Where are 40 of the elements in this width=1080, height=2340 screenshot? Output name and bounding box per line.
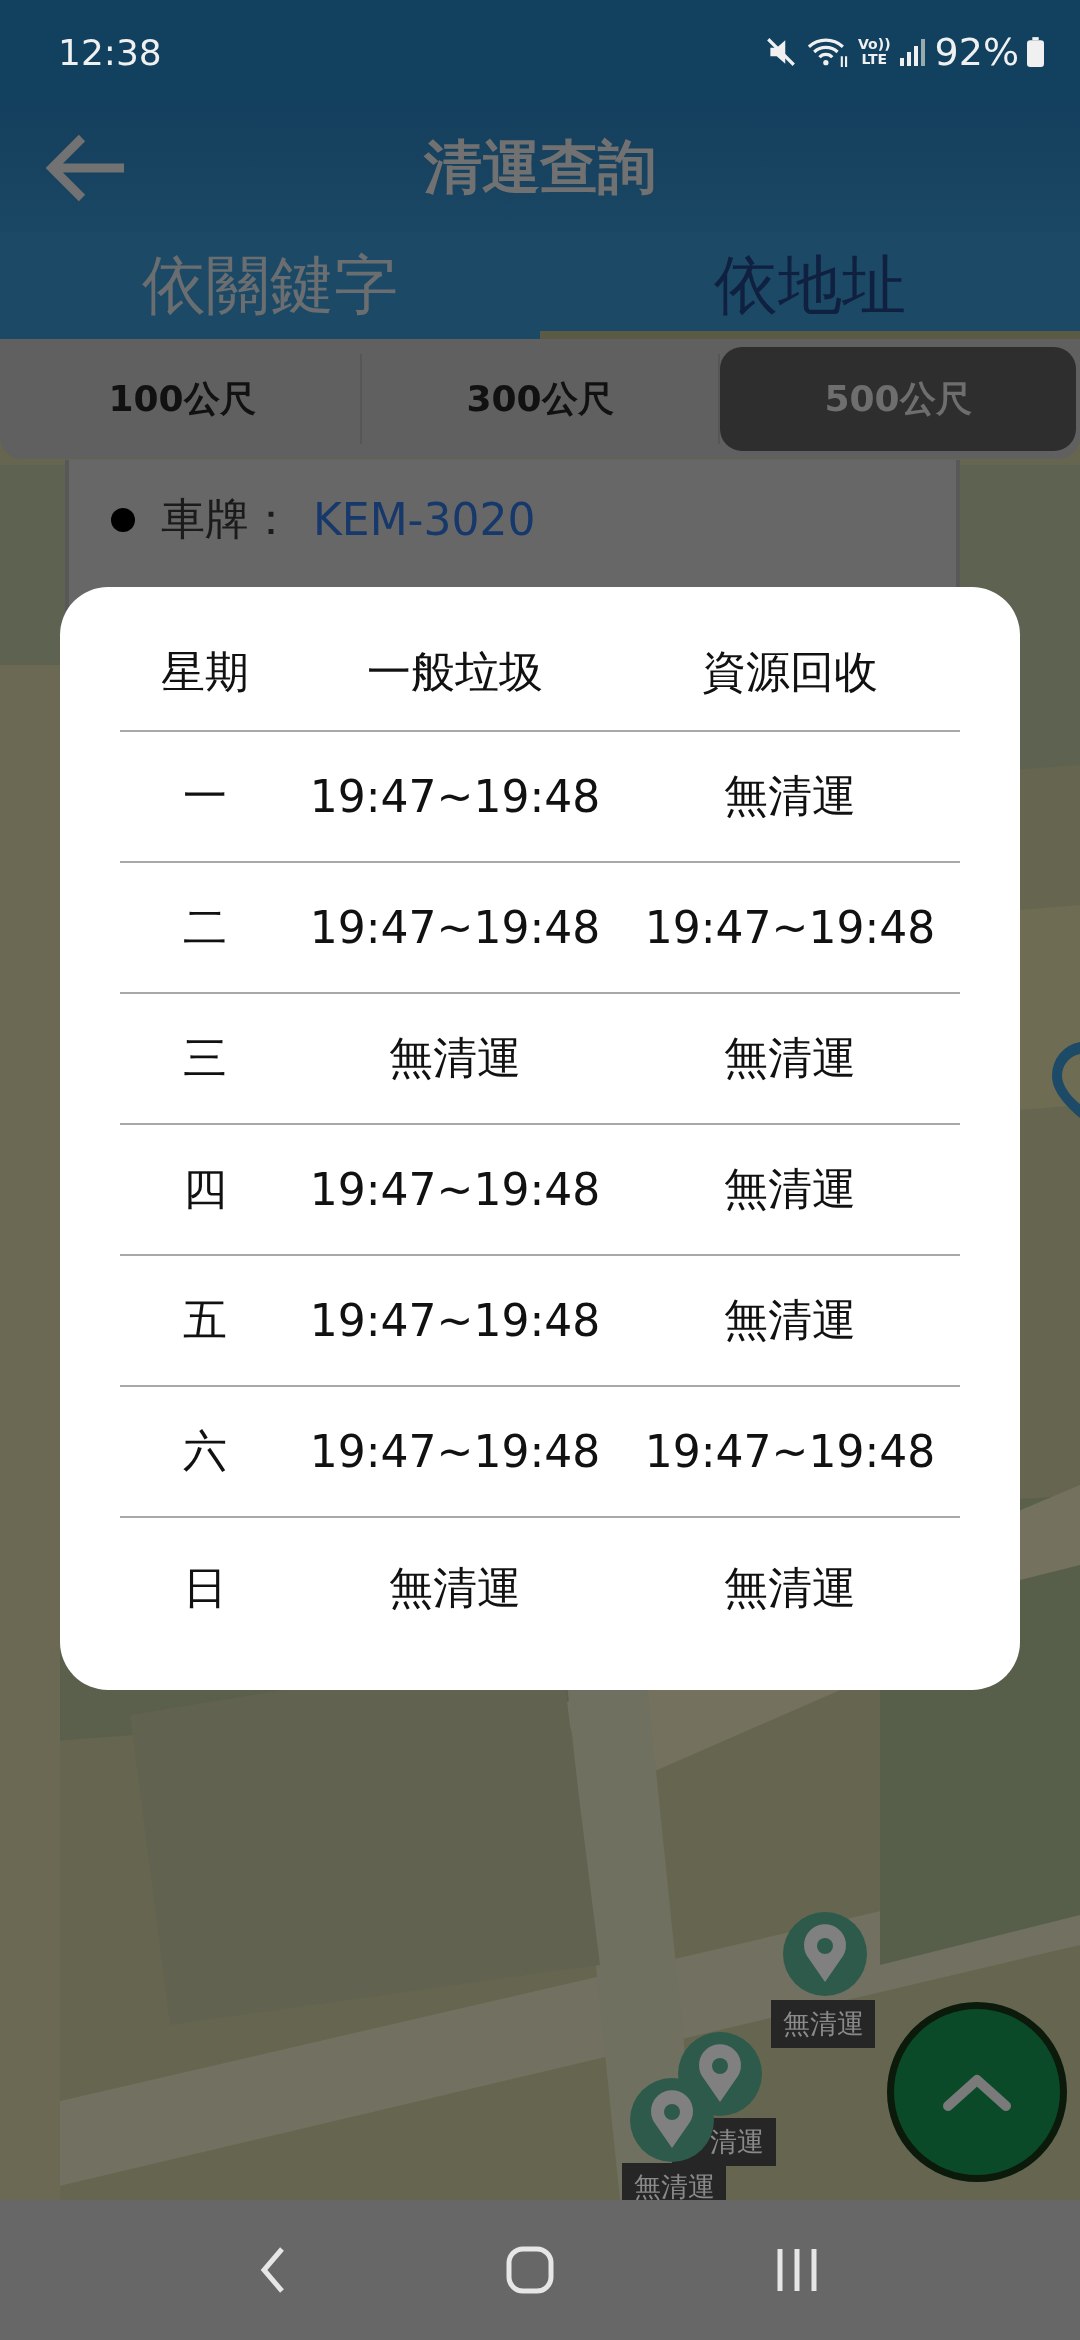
table-cell-text: 19:47~19:48 xyxy=(308,1426,602,1477)
bullet-icon xyxy=(111,507,135,532)
column-header: 一般垃圾 xyxy=(366,645,544,699)
volte-indicator: Vo)) LTE xyxy=(858,37,891,67)
table-cell-text: 無清運 xyxy=(723,1560,857,1615)
screen-title: 清運查詢 xyxy=(423,132,657,203)
table-cell-text: 19:47~19:48 xyxy=(308,1295,602,1346)
table-cell-text: 無清運 xyxy=(388,1560,522,1615)
table-cell-text: 無清運 xyxy=(723,1031,857,1085)
table-cell-text: 三 xyxy=(182,1031,228,1085)
tab[interactable]: 依關鍵字 xyxy=(0,232,540,339)
status-time: 12:38 xyxy=(58,31,162,73)
table-cell-text: 一 xyxy=(182,769,228,823)
chevron-up-icon xyxy=(942,2072,1012,2112)
table-cell-text: 19:47~19:48 xyxy=(308,1164,602,1215)
table-cell-text: 無清運 xyxy=(723,769,857,823)
table-cell-text: 無清運 xyxy=(723,1293,857,1347)
distance-option[interactable]: 100公尺 xyxy=(4,347,360,451)
marker-label: 無清運 xyxy=(771,2000,875,2048)
table-cell-text: 二 xyxy=(182,900,228,954)
table-cell-text: 五 xyxy=(182,1293,228,1347)
table-cell-text: 四 xyxy=(182,1162,228,1216)
table-cell-text: 六 xyxy=(182,1424,228,1478)
plate-label: 車牌： xyxy=(161,492,293,546)
signal-icon xyxy=(898,37,927,67)
table-cell-text: 無清運 xyxy=(388,1031,522,1085)
distance-option[interactable]: 500公尺 xyxy=(720,347,1076,451)
table-cell-text: 日 xyxy=(182,1560,228,1615)
column-header: 資源回收 xyxy=(701,645,879,699)
table-cell-text: 19:47~19:48 xyxy=(643,902,937,953)
home-nav-icon[interactable] xyxy=(505,2245,555,2295)
table-cell-text: 19:47~19:48 xyxy=(643,1426,937,1477)
column-header: 星期 xyxy=(160,645,250,699)
table-cell-text: 無清運 xyxy=(723,1162,857,1216)
plate-number: KEM-3020 xyxy=(313,494,536,545)
battery-percent: 92% xyxy=(934,30,1019,74)
table-cell-text: 19:47~19:48 xyxy=(308,902,602,953)
distance-option[interactable]: 300公尺 xyxy=(362,347,718,451)
table-cell-text: 19:47~19:48 xyxy=(308,771,602,822)
battery-icon xyxy=(1027,37,1044,67)
